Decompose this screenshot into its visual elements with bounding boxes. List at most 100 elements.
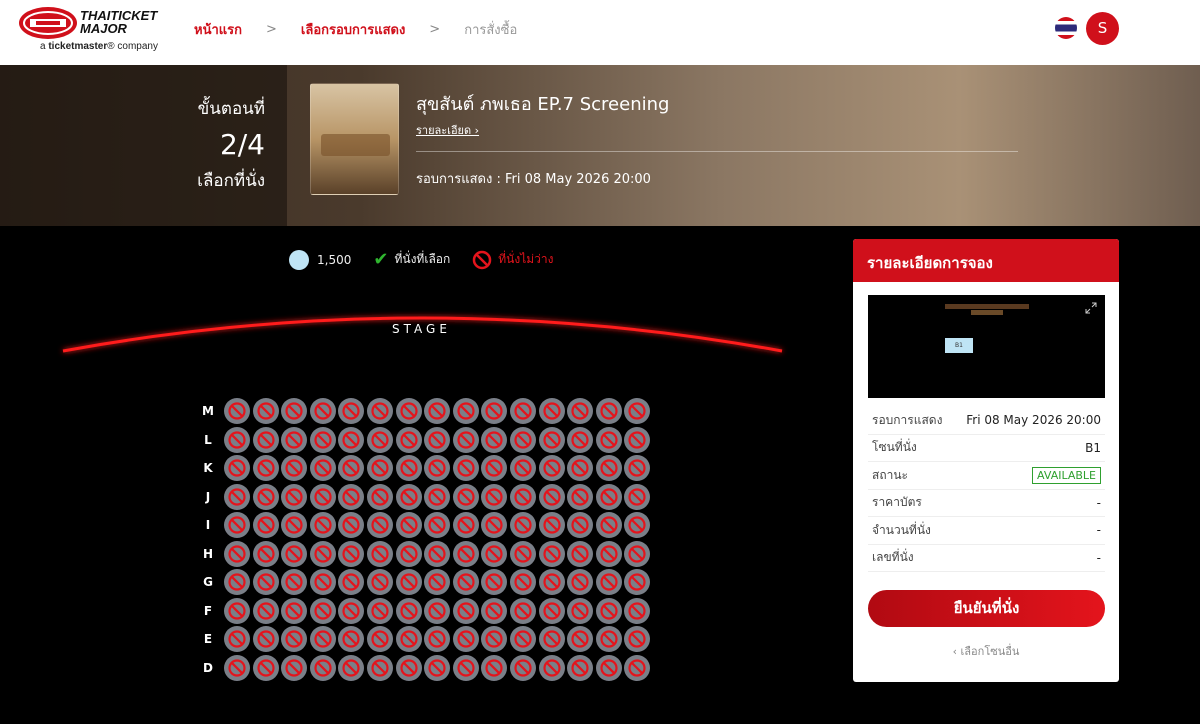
seat-unavailable[interactable] (366, 455, 393, 482)
seat-unavailable[interactable] (481, 426, 508, 453)
seat-unavailable[interactable] (567, 540, 594, 567)
seat-unavailable[interactable] (252, 569, 279, 596)
seat-unavailable[interactable] (509, 626, 536, 653)
seat-unavailable[interactable] (252, 398, 279, 425)
seat-unavailable[interactable] (424, 483, 451, 510)
seat-unavailable[interactable] (567, 398, 594, 425)
seat-unavailable[interactable] (366, 512, 393, 539)
seat-unavailable[interactable] (538, 626, 565, 653)
seat-unavailable[interactable] (309, 512, 336, 539)
seat-unavailable[interactable] (481, 597, 508, 624)
seat-unavailable[interactable] (309, 597, 336, 624)
seat-unavailable[interactable] (595, 426, 622, 453)
seat-unavailable[interactable] (281, 540, 308, 567)
seat-unavailable[interactable] (424, 654, 451, 681)
seat-unavailable[interactable] (224, 540, 250, 567)
minimap-zone[interactable]: B1 (945, 338, 973, 353)
seat-unavailable[interactable] (452, 455, 479, 482)
seat-unavailable[interactable] (252, 512, 279, 539)
seat-unavailable[interactable] (567, 455, 594, 482)
seat-unavailable[interactable] (224, 426, 250, 453)
seat-unavailable[interactable] (252, 483, 279, 510)
seat-unavailable[interactable] (595, 512, 622, 539)
seat-unavailable[interactable] (481, 398, 508, 425)
seat-unavailable[interactable] (567, 654, 594, 681)
seat-unavailable[interactable] (224, 597, 250, 624)
seat-unavailable[interactable] (395, 398, 422, 425)
seat-unavailable[interactable] (395, 455, 422, 482)
seat-unavailable[interactable] (252, 626, 279, 653)
seat-unavailable[interactable] (395, 569, 422, 596)
seat-unavailable[interactable] (338, 597, 365, 624)
confirm-seat-button[interactable]: ยืนยันที่นั่ง (868, 590, 1105, 627)
seat-unavailable[interactable] (509, 455, 536, 482)
seat-unavailable[interactable] (366, 398, 393, 425)
seat-unavailable[interactable] (281, 626, 308, 653)
seat-unavailable[interactable] (481, 512, 508, 539)
seat-unavailable[interactable] (252, 540, 279, 567)
seat-unavailable[interactable] (424, 540, 451, 567)
seat-unavailable[interactable] (595, 398, 622, 425)
seat-unavailable[interactable] (338, 540, 365, 567)
seat-unavailable[interactable] (424, 626, 451, 653)
seat-unavailable[interactable] (395, 626, 422, 653)
seat-unavailable[interactable] (366, 483, 393, 510)
seat-unavailable[interactable] (452, 597, 479, 624)
seat-unavailable[interactable] (538, 540, 565, 567)
seat-unavailable[interactable] (538, 483, 565, 510)
seat-unavailable[interactable] (624, 426, 651, 453)
seat-unavailable[interactable] (452, 654, 479, 681)
expand-icon[interactable] (1085, 302, 1097, 314)
seat-unavailable[interactable] (338, 569, 365, 596)
seat-unavailable[interactable] (538, 569, 565, 596)
seat-unavailable[interactable] (538, 398, 565, 425)
seat-unavailable[interactable] (366, 626, 393, 653)
seat-unavailable[interactable] (509, 398, 536, 425)
seat-unavailable[interactable] (509, 654, 536, 681)
seat-unavailable[interactable] (624, 654, 651, 681)
seat-unavailable[interactable] (309, 569, 336, 596)
seat-unavailable[interactable] (567, 597, 594, 624)
seat-unavailable[interactable] (595, 455, 622, 482)
seat-unavailable[interactable] (624, 626, 651, 653)
seat-unavailable[interactable] (309, 540, 336, 567)
seat-unavailable[interactable] (366, 569, 393, 596)
select-other-zone-link[interactable]: ‹ เลือกโซนอื่น (853, 642, 1119, 660)
seat-unavailable[interactable] (567, 483, 594, 510)
seat-unavailable[interactable] (509, 426, 536, 453)
seat-unavailable[interactable] (395, 512, 422, 539)
seat-unavailable[interactable] (338, 455, 365, 482)
breadcrumb-select-round[interactable]: เลือกรอบการแสดง (301, 19, 405, 40)
seat-unavailable[interactable] (224, 398, 250, 425)
seat-unavailable[interactable] (481, 569, 508, 596)
seat-unavailable[interactable] (567, 569, 594, 596)
seat-unavailable[interactable] (538, 512, 565, 539)
seat-unavailable[interactable] (338, 626, 365, 653)
seat-unavailable[interactable] (567, 426, 594, 453)
seat-unavailable[interactable] (424, 398, 451, 425)
seat-unavailable[interactable] (509, 483, 536, 510)
seat-unavailable[interactable] (424, 455, 451, 482)
seat-unavailable[interactable] (624, 569, 651, 596)
seat-unavailable[interactable] (624, 483, 651, 510)
seat-unavailable[interactable] (224, 512, 250, 539)
seat-unavailable[interactable] (281, 398, 308, 425)
seat-unavailable[interactable] (281, 569, 308, 596)
seat-unavailable[interactable] (424, 426, 451, 453)
seat-unavailable[interactable] (624, 398, 651, 425)
seat-unavailable[interactable] (252, 455, 279, 482)
seat-unavailable[interactable] (224, 569, 250, 596)
thaiticket-major-logo[interactable]: THAITICKET MAJOR a ticketmaster® company (18, 6, 178, 56)
seat-unavailable[interactable] (538, 597, 565, 624)
seat-unavailable[interactable] (624, 597, 651, 624)
seat-unavailable[interactable] (567, 626, 594, 653)
seat-unavailable[interactable] (452, 398, 479, 425)
seat-unavailable[interactable] (452, 512, 479, 539)
seat-unavailable[interactable] (224, 455, 250, 482)
zone-minimap[interactable]: B1 (868, 295, 1105, 398)
seat-unavailable[interactable] (252, 597, 279, 624)
seat-unavailable[interactable] (309, 455, 336, 482)
user-avatar[interactable]: S (1086, 12, 1119, 45)
seat-unavailable[interactable] (452, 626, 479, 653)
seat-unavailable[interactable] (595, 540, 622, 567)
